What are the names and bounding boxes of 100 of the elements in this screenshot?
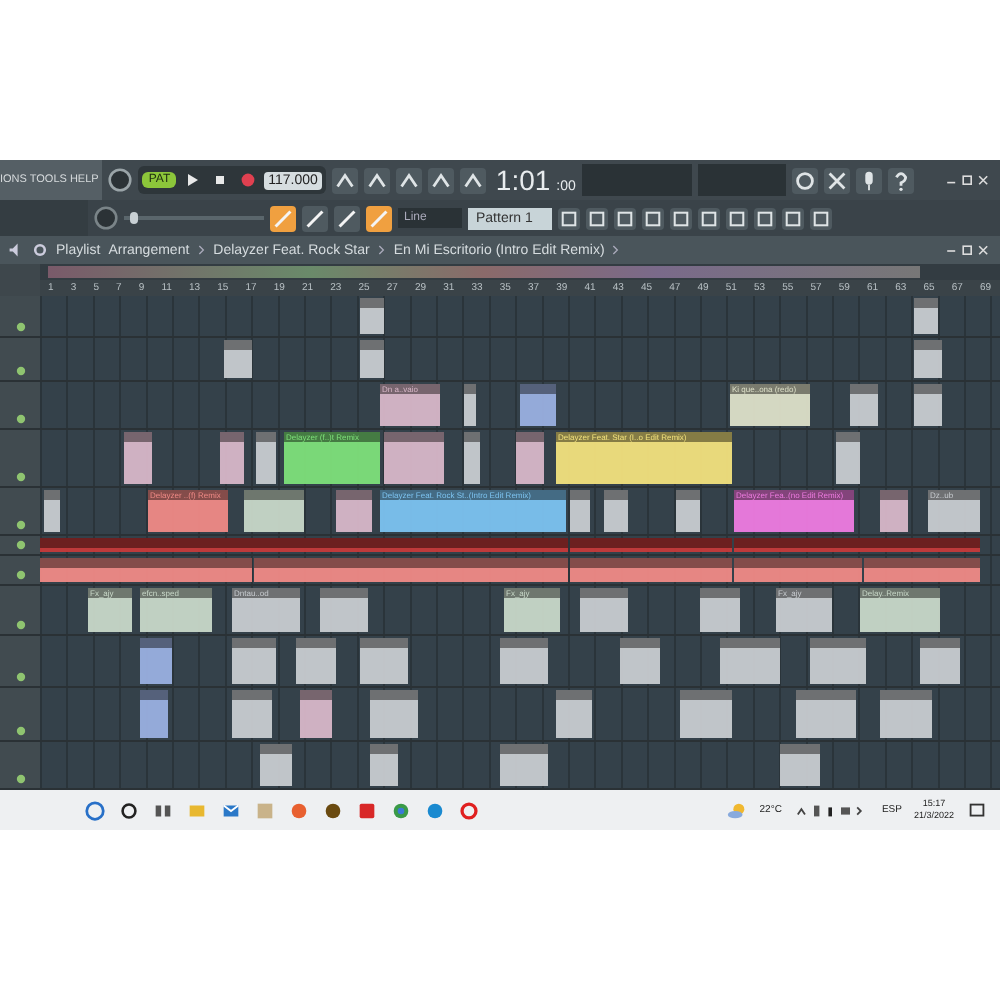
audio-clip[interactable] bbox=[44, 489, 60, 533]
tool-icon[interactable] bbox=[334, 205, 360, 231]
audio-clip[interactable] bbox=[580, 588, 628, 632]
track-led-icon[interactable] bbox=[15, 619, 25, 630]
pitch-knob-icon[interactable] bbox=[94, 206, 118, 230]
audio-clip[interactable] bbox=[500, 637, 548, 685]
tool-icon[interactable] bbox=[302, 205, 328, 231]
audio-clip[interactable] bbox=[520, 383, 556, 427]
track-led-icon[interactable] bbox=[15, 471, 25, 482]
audio-clip[interactable] bbox=[880, 489, 908, 533]
tool-icon[interactable] bbox=[270, 205, 296, 231]
audio-clip[interactable] bbox=[140, 690, 168, 738]
audio-clip[interactable] bbox=[254, 557, 568, 583]
circle-icon[interactable] bbox=[118, 799, 140, 821]
window-controls-icon[interactable] bbox=[944, 241, 992, 259]
toolbar-icon[interactable] bbox=[754, 207, 776, 229]
audio-clip[interactable] bbox=[360, 339, 384, 378]
audio-clip[interactable] bbox=[680, 690, 732, 738]
toolbar-icon[interactable] bbox=[810, 207, 832, 229]
audio-clip[interactable] bbox=[570, 489, 590, 533]
audio-clip[interactable] bbox=[360, 637, 408, 685]
browser-icon[interactable] bbox=[458, 799, 480, 821]
audio-clip[interactable] bbox=[360, 298, 384, 333]
audio-clip[interactable] bbox=[224, 339, 252, 378]
settings-icon[interactable] bbox=[32, 242, 48, 258]
app-icon[interactable] bbox=[322, 799, 344, 821]
audio-clip[interactable] bbox=[570, 557, 732, 583]
track-led-icon[interactable] bbox=[15, 672, 25, 683]
audio-clip[interactable] bbox=[256, 432, 276, 484]
audio-clip[interactable] bbox=[296, 637, 336, 685]
tool-icon[interactable] bbox=[823, 167, 850, 193]
slider-thumb[interactable] bbox=[130, 212, 139, 224]
audio-clip[interactable] bbox=[850, 383, 878, 427]
audio-clip[interactable] bbox=[734, 538, 980, 552]
toolbar-icon[interactable] bbox=[642, 207, 664, 229]
search-icon[interactable] bbox=[84, 799, 106, 821]
audio-clip[interactable] bbox=[880, 690, 932, 738]
toolbar-icon[interactable] bbox=[558, 207, 580, 229]
audio-clip[interactable] bbox=[920, 637, 960, 685]
audio-clip[interactable] bbox=[370, 743, 398, 787]
audio-clip[interactable] bbox=[384, 432, 444, 484]
toolbar-icon[interactable] bbox=[586, 207, 608, 229]
audio-clip[interactable] bbox=[604, 489, 628, 533]
audio-clip[interactable] bbox=[260, 743, 292, 787]
audio-clip[interactable] bbox=[556, 690, 592, 738]
audio-clip[interactable] bbox=[796, 690, 856, 738]
toolbar-icon[interactable] bbox=[459, 167, 486, 193]
toolbar-icon[interactable] bbox=[782, 207, 804, 229]
mail-icon[interactable] bbox=[220, 799, 242, 821]
tool-icon[interactable] bbox=[366, 205, 392, 231]
help-icon[interactable] bbox=[887, 167, 914, 193]
track-led-icon[interactable] bbox=[15, 570, 25, 581]
track-led-icon[interactable] bbox=[15, 365, 25, 376]
audio-clip[interactable] bbox=[700, 588, 740, 632]
browser-icon[interactable] bbox=[424, 799, 446, 821]
audio-clip[interactable] bbox=[516, 432, 544, 484]
audio-clip[interactable] bbox=[836, 432, 860, 484]
audio-clip[interactable] bbox=[864, 557, 980, 583]
audio-clip[interactable] bbox=[320, 588, 368, 632]
audio-clip[interactable] bbox=[232, 690, 272, 738]
notification-icon[interactable] bbox=[966, 799, 988, 821]
audio-clip[interactable] bbox=[914, 339, 942, 378]
audio-clip[interactable] bbox=[914, 298, 938, 333]
toolbar-icon[interactable] bbox=[427, 167, 454, 193]
audio-clip[interactable] bbox=[140, 637, 172, 685]
toolbar-icon[interactable] bbox=[670, 207, 692, 229]
audio-clip[interactable] bbox=[780, 743, 820, 787]
audio-clip[interactable] bbox=[810, 637, 866, 685]
audio-clip[interactable] bbox=[40, 538, 568, 552]
toolbar-icon[interactable] bbox=[363, 167, 390, 193]
audio-clip[interactable] bbox=[914, 383, 942, 427]
track-led-icon[interactable] bbox=[15, 414, 25, 425]
master-slider[interactable] bbox=[124, 212, 264, 224]
audio-clip[interactable] bbox=[570, 538, 732, 552]
refresh-icon[interactable] bbox=[791, 167, 818, 193]
audio-clip[interactable] bbox=[734, 557, 862, 583]
audio-clip[interactable] bbox=[232, 637, 276, 685]
track-led-icon[interactable] bbox=[15, 539, 25, 550]
audio-clip[interactable] bbox=[500, 743, 548, 787]
track-led-icon[interactable] bbox=[15, 774, 25, 785]
toolbar-icon[interactable] bbox=[395, 167, 422, 193]
audio-clip[interactable] bbox=[336, 489, 372, 533]
track-led-icon[interactable] bbox=[15, 321, 25, 331]
volume-knob-icon[interactable] bbox=[108, 168, 133, 192]
app-icon[interactable] bbox=[356, 799, 378, 821]
audio-clip[interactable] bbox=[464, 432, 480, 484]
toolbar-icon[interactable] bbox=[698, 207, 720, 229]
audio-clip[interactable] bbox=[370, 690, 418, 738]
toolbar-icon[interactable] bbox=[331, 167, 358, 193]
audio-clip[interactable] bbox=[300, 690, 332, 738]
audio-clip[interactable] bbox=[464, 383, 476, 427]
audio-clip[interactable] bbox=[124, 432, 152, 484]
audio-clip[interactable] bbox=[720, 637, 780, 685]
browser-icon[interactable] bbox=[390, 799, 412, 821]
browser-icon[interactable] bbox=[288, 799, 310, 821]
audio-clip[interactable] bbox=[40, 557, 252, 583]
audio-clip[interactable] bbox=[676, 489, 700, 533]
audio-clip[interactable] bbox=[220, 432, 244, 484]
window-controls-icon[interactable] bbox=[944, 171, 992, 189]
microphone-icon[interactable] bbox=[855, 167, 882, 193]
